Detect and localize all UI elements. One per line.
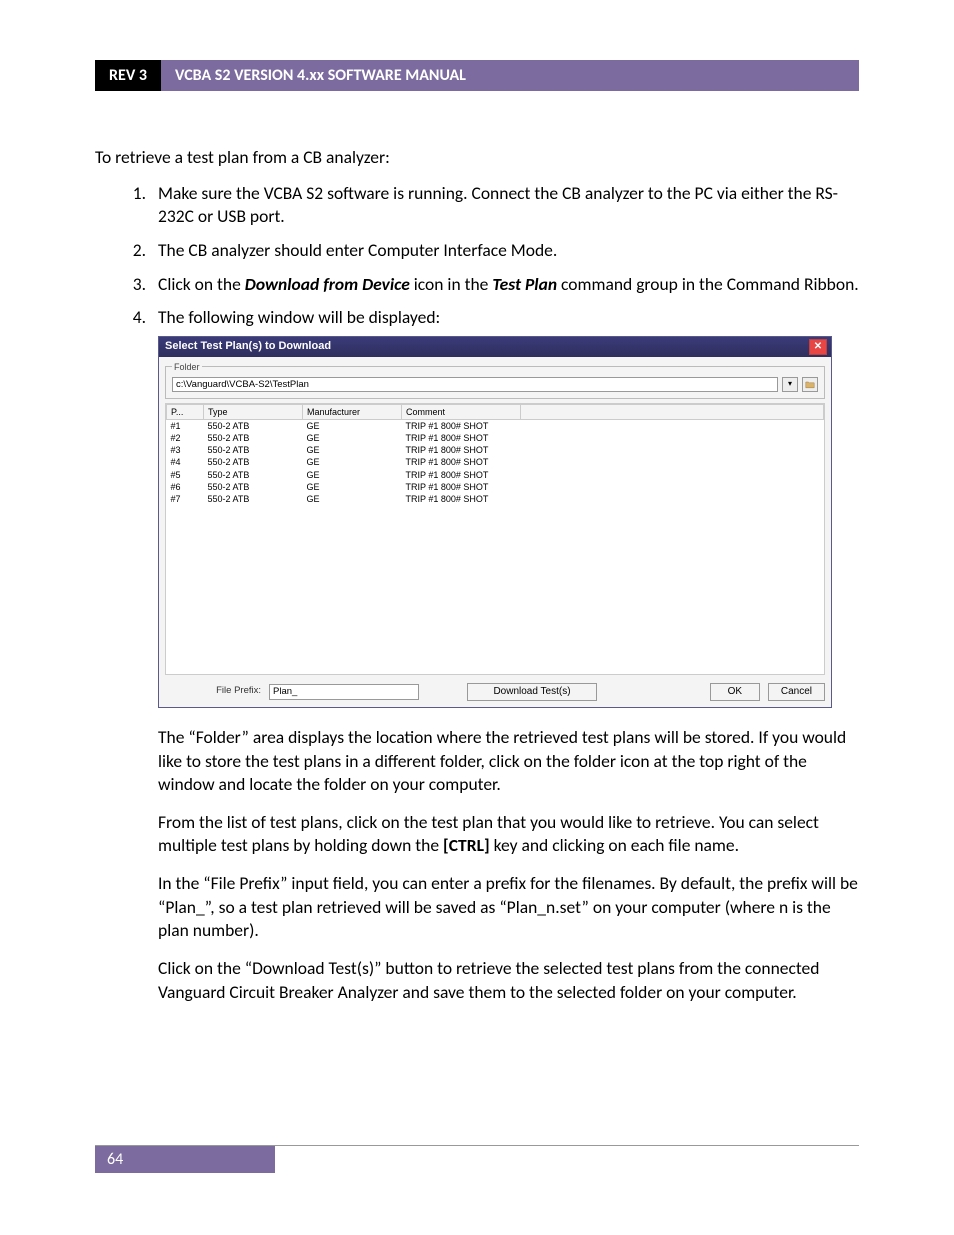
- table-row[interactable]: #4550-2 ATBGETRIP #1 800# SHOT: [167, 456, 824, 468]
- dialog-titlebar: Select Test Plan(s) to Download ✕: [159, 337, 831, 357]
- cell-type: 550-2 ATB: [204, 493, 303, 505]
- cell-comment: TRIP #1 800# SHOT: [402, 444, 521, 456]
- after-p3: In the “File Prefix” input field, you ca…: [158, 872, 859, 943]
- cell-type: 550-2 ATB: [204, 432, 303, 444]
- document-header: REV 3 VCBA S2 VERSION 4.xx SOFTWARE MANU…: [95, 60, 859, 91]
- chevron-down-icon: ▾: [788, 379, 792, 390]
- cell-p: #1: [167, 420, 204, 433]
- col-header-p[interactable]: P...: [167, 404, 204, 419]
- select-test-plans-dialog: Select Test Plan(s) to Download ✕ Folder…: [158, 336, 832, 708]
- cell-comment: TRIP #1 800# SHOT: [402, 469, 521, 481]
- after-p2-c: key and clicking on each file name.: [490, 834, 739, 856]
- cancel-button[interactable]: Cancel: [768, 683, 825, 701]
- cell-comment: TRIP #1 800# SHOT: [402, 481, 521, 493]
- ok-button[interactable]: OK: [710, 683, 760, 701]
- cell-p: #3: [167, 444, 204, 456]
- table-row[interactable]: #3550-2 ATBGETRIP #1 800# SHOT: [167, 444, 824, 456]
- table-row[interactable]: #7550-2 ATBGETRIP #1 800# SHOT: [167, 493, 824, 505]
- col-header-manufacturer[interactable]: Manufacturer: [303, 404, 402, 419]
- cell-p: #4: [167, 456, 204, 468]
- after-p2: From the list of test plans, click on th…: [158, 811, 859, 858]
- cell-type: 550-2 ATB: [204, 469, 303, 481]
- file-prefix-input[interactable]: [269, 684, 419, 700]
- cell-mfg: GE: [303, 481, 402, 493]
- cell-mfg: GE: [303, 420, 402, 433]
- folder-icon: [805, 380, 815, 389]
- table-row[interactable]: #6550-2 ATBGETRIP #1 800# SHOT: [167, 481, 824, 493]
- step-3-test-plan: Test Plan: [492, 273, 557, 295]
- steps-list: Make sure the VCBA S2 software is runnin…: [95, 182, 859, 1005]
- doc-title: VCBA S2 VERSION 4.xx SOFTWARE MANUAL: [161, 60, 859, 91]
- folder-dropdown-button[interactable]: ▾: [782, 377, 798, 392]
- after-p1: The “Folder” area displays the location …: [158, 726, 859, 797]
- cell-comment: TRIP #1 800# SHOT: [402, 493, 521, 505]
- step-3-download-from-device: Download from Device: [245, 273, 410, 295]
- page-number: 64: [95, 1146, 275, 1173]
- after-p2-ctrl: [CTRL]: [443, 834, 490, 856]
- cell-p: #5: [167, 469, 204, 481]
- browse-folder-button[interactable]: [802, 377, 818, 392]
- after-p4: Click on the “Download Test(s)” button t…: [158, 957, 859, 1004]
- cell-type: 550-2 ATB: [204, 481, 303, 493]
- rev-badge: REV 3: [95, 60, 161, 91]
- cell-type: 550-2 ATB: [204, 420, 303, 433]
- file-prefix-label: File Prefix:: [165, 685, 261, 698]
- dialog-title: Select Test Plan(s) to Download: [165, 339, 809, 354]
- col-header-spacer: [521, 404, 824, 419]
- step-2: The CB analyzer should enter Computer In…: [150, 239, 859, 263]
- page-footer: 64: [95, 1145, 859, 1173]
- cell-comment: TRIP #1 800# SHOT: [402, 456, 521, 468]
- cell-p: #7: [167, 493, 204, 505]
- cell-comment: TRIP #1 800# SHOT: [402, 432, 521, 444]
- step-4-text: The following window will be displayed:: [158, 306, 440, 328]
- close-icon: ✕: [814, 342, 822, 352]
- step-1: Make sure the VCBA S2 software is runnin…: [150, 182, 859, 229]
- intro-text: To retrieve a test plan from a CB analyz…: [95, 146, 859, 170]
- col-header-type[interactable]: Type: [204, 404, 303, 419]
- table-row[interactable]: #1550-2 ATBGETRIP #1 800# SHOT: [167, 420, 824, 433]
- folder-path-input[interactable]: [172, 377, 778, 392]
- step-4: The following window will be displayed: …: [150, 306, 859, 1004]
- step-3: Click on the Download from Device icon i…: [150, 273, 859, 297]
- cell-mfg: GE: [303, 444, 402, 456]
- cell-mfg: GE: [303, 469, 402, 481]
- folder-fieldset: Folder ▾: [165, 361, 825, 399]
- cell-comment: TRIP #1 800# SHOT: [402, 420, 521, 433]
- cell-p: #6: [167, 481, 204, 493]
- table-row[interactable]: #5550-2 ATBGETRIP #1 800# SHOT: [167, 469, 824, 481]
- col-header-comment[interactable]: Comment: [402, 404, 521, 419]
- close-button[interactable]: ✕: [809, 339, 827, 355]
- test-plan-grid[interactable]: P... Type Manufacturer Comment #1550-2 A…: [165, 403, 825, 675]
- step-3-part-c: icon in the: [410, 273, 493, 295]
- table-row[interactable]: #2550-2 ATBGETRIP #1 800# SHOT: [167, 432, 824, 444]
- step-3-part-a: Click on the: [158, 273, 245, 295]
- cell-type: 550-2 ATB: [204, 456, 303, 468]
- cell-mfg: GE: [303, 493, 402, 505]
- cell-type: 550-2 ATB: [204, 444, 303, 456]
- step-3-part-e: command group in the Command Ribbon.: [557, 273, 859, 295]
- cell-mfg: GE: [303, 456, 402, 468]
- cell-p: #2: [167, 432, 204, 444]
- download-tests-button[interactable]: Download Test(s): [467, 683, 597, 701]
- folder-legend: Folder: [172, 361, 202, 373]
- cell-mfg: GE: [303, 432, 402, 444]
